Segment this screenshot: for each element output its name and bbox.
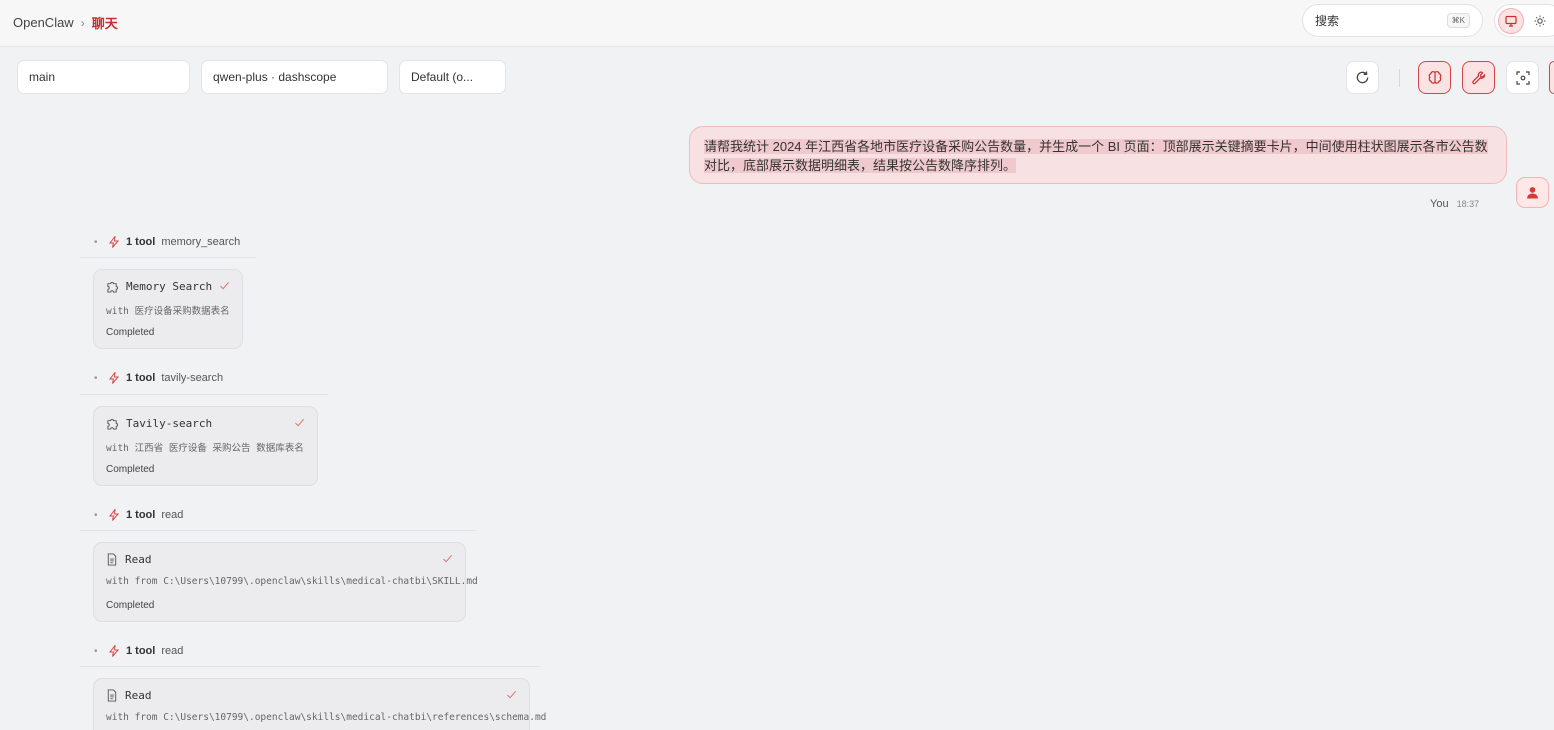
thinking-select[interactable]: Default (o... — [399, 60, 506, 94]
divider — [80, 257, 256, 258]
file-icon — [107, 553, 117, 566]
refresh-button[interactable] — [1346, 61, 1379, 94]
message-time: 18:37 — [1456, 199, 1480, 209]
user-message-text: 请帮我统计 2024 年江西省各地市医疗设备采购公告数量，并生成一个 BI 页面… — [704, 139, 1488, 173]
tool-group-header[interactable]: • 1 tool read — [94, 642, 183, 660]
tool-group-header[interactable]: • 1 tool tavily-search — [94, 369, 223, 387]
brain-icon — [1428, 70, 1441, 84]
check-icon — [442, 554, 453, 563]
search-shortcut: ⌘K — [1446, 13, 1470, 28]
tool-card-args: with 医疗设备采购数据表名 — [106, 306, 230, 317]
divider — [80, 666, 540, 667]
divider — [80, 530, 476, 531]
theme-switcher — [1494, 4, 1554, 37]
tool-name: memory_search — [161, 236, 241, 248]
brain-toggle-button[interactable] — [1418, 61, 1451, 94]
toolbar-divider — [1399, 69, 1400, 87]
tool-card[interactable]: Memory Search with 医疗设备采购数据表名 Completed — [93, 269, 243, 349]
tool-card-status: Completed — [106, 600, 155, 611]
breadcrumb-current: 聊天 — [91, 16, 118, 31]
tool-name: tavily-search — [161, 372, 224, 384]
user-avatar — [1516, 177, 1549, 208]
check-icon — [219, 281, 230, 290]
bolt-icon — [108, 372, 120, 384]
breadcrumb-app[interactable]: OpenClaw — [13, 15, 74, 30]
divider — [80, 394, 328, 395]
tool-count: 1 tool — [126, 509, 156, 521]
tool-card-status: Completed — [106, 464, 155, 475]
bolt-icon — [108, 509, 120, 521]
bolt-icon — [108, 645, 120, 657]
tool-count: 1 tool — [126, 645, 156, 657]
tool-card-status: Completed — [106, 327, 155, 338]
user-message-bubble: 请帮我统计 2024 年江西省各地市医疗设备采购公告数量，并生成一个 BI 页面… — [689, 126, 1507, 184]
message-meta: You 18:37 — [1430, 198, 1479, 210]
top-bar: OpenClaw › 聊天 搜索 ⌘K — [0, 0, 1554, 47]
tool-name: read — [161, 645, 184, 657]
check-icon — [294, 418, 305, 427]
breadcrumb: OpenClaw › 聊天 — [13, 13, 118, 32]
focus-icon — [1515, 70, 1530, 85]
tool-card-title: Read — [125, 553, 152, 566]
tool-card-title: Memory Search — [126, 280, 213, 293]
bullet-icon: • — [94, 236, 98, 248]
user-icon — [1527, 187, 1538, 199]
file-icon — [107, 689, 117, 702]
tool-card-title: Tavily-search — [126, 417, 213, 430]
extra-toolbar-button[interactable] — [1549, 61, 1554, 94]
wrench-icon — [1471, 70, 1485, 84]
message-author: You — [1430, 198, 1449, 210]
tool-count: 1 tool — [126, 236, 156, 248]
puzzle-icon — [107, 281, 119, 293]
tool-group-header[interactable]: • 1 tool memory_search — [94, 233, 240, 251]
focus-button[interactable] — [1506, 61, 1539, 94]
bullet-icon: • — [94, 372, 98, 384]
monitor-icon[interactable] — [1498, 8, 1524, 34]
search-placeholder: 搜索 — [1315, 14, 1340, 28]
tool-card[interactable]: Read with from C:\Users\10799\.openclaw\… — [93, 678, 546, 730]
bullet-icon: • — [94, 645, 98, 657]
tool-card-args: with 江西省 医疗设备 采购公告 数据库表名 — [106, 443, 304, 454]
tool-card[interactable]: Tavily-search with 江西省 医疗设备 采购公告 数据库表名 C… — [93, 406, 318, 486]
sun-icon[interactable] — [1527, 8, 1553, 34]
tool-card-args: with from C:\Users\10799\.openclaw\skill… — [106, 576, 478, 587]
breadcrumb-separator: › — [80, 15, 85, 30]
tool-card-title: Read — [125, 689, 152, 702]
bullet-icon: • — [94, 509, 98, 521]
tools-toggle-button[interactable] — [1462, 61, 1495, 94]
tool-card-args: with from C:\Users\10799\.openclaw\skill… — [106, 712, 547, 723]
model-select[interactable]: qwen-plus · dashscope — [201, 60, 388, 94]
tool-count: 1 tool — [126, 372, 156, 384]
bolt-icon — [108, 236, 120, 248]
check-icon — [506, 690, 517, 699]
tool-group-header[interactable]: • 1 tool read — [94, 506, 183, 524]
session-select[interactable]: main — [17, 60, 190, 94]
tool-card[interactable]: Read with from C:\Users\10799\.openclaw\… — [93, 542, 478, 622]
tool-name: read — [161, 509, 184, 521]
puzzle-icon — [107, 418, 119, 430]
refresh-icon — [1356, 71, 1369, 84]
search-box[interactable]: 搜索 ⌘K — [1302, 4, 1483, 37]
